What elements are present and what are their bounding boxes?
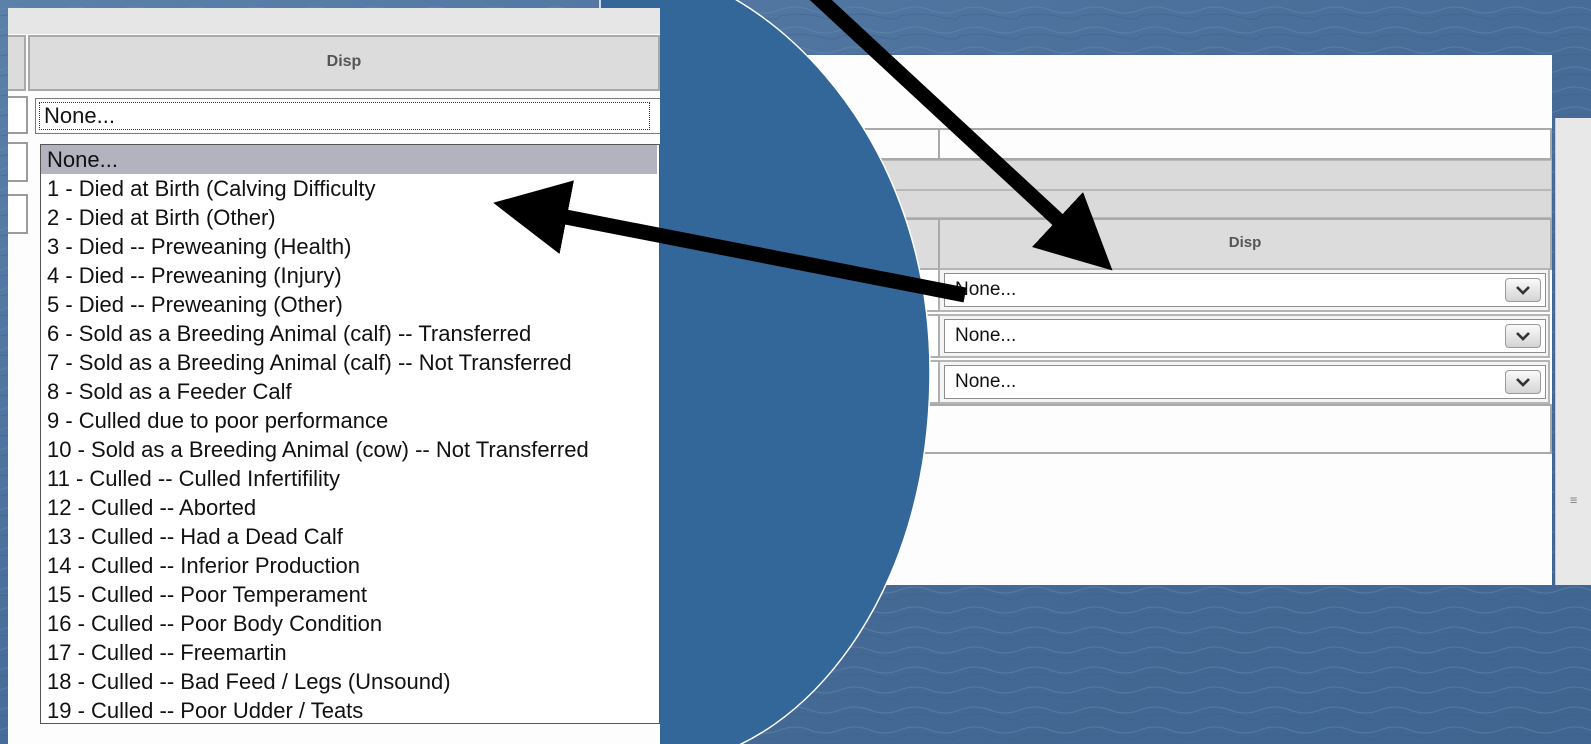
callout-arrows [493,0,1113,303]
arrow-down-right [809,0,1113,271]
arrow-left [493,180,967,303]
